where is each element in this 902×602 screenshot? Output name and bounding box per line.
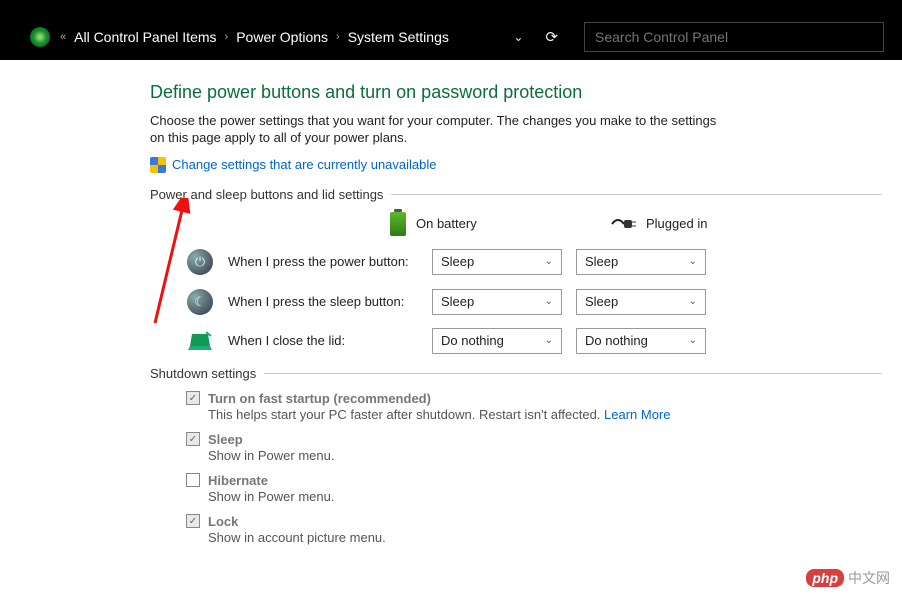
lid-plugged-select[interactable]: Do nothing⌄ <box>576 328 706 354</box>
lock-item: Lock Show in account picture menu. <box>186 514 882 545</box>
window-titlebar <box>0 0 902 14</box>
control-panel-icon <box>30 27 50 47</box>
chevron-down-icon: ⌄ <box>689 296 697 307</box>
sleep-desc: Show in Power menu. <box>208 448 882 463</box>
breadcrumb-dropdown-button[interactable]: ⌄ <box>507 26 529 48</box>
hibernate-label: Hibernate <box>208 473 268 488</box>
hibernate-item: Hibernate Show in Power menu. <box>186 473 882 504</box>
breadcrumb-prefix: « <box>60 31 66 43</box>
uac-shield-icon <box>150 157 166 173</box>
fast-startup-item: Turn on fast startup (recommended) This … <box>186 391 882 422</box>
divider <box>264 373 882 374</box>
sleep-label: Sleep <box>208 432 243 447</box>
chevron-down-icon: ⌄ <box>689 256 697 267</box>
change-settings-link[interactable]: Change settings that are currently unava… <box>172 157 437 172</box>
power-button-row: ⏻ When I press the power button: Sleep⌄ … <box>150 248 882 276</box>
power-button-plugged-select[interactable]: Sleep⌄ <box>576 249 706 275</box>
chevron-down-icon: ⌄ <box>545 335 553 346</box>
hibernate-desc: Show in Power menu. <box>208 489 882 504</box>
sleep-button-battery-select[interactable]: Sleep⌄ <box>432 289 562 315</box>
sleep-button-plugged-select[interactable]: Sleep⌄ <box>576 289 706 315</box>
address-bar: « All Control Panel Items › Power Option… <box>0 14 902 60</box>
sleep-checkbox[interactable] <box>186 432 200 446</box>
power-button-icon: ⏻ <box>186 248 214 276</box>
chevron-down-icon: ⌄ <box>689 335 697 346</box>
sleep-button-icon: ☾ <box>186 288 214 316</box>
change-settings-row: Change settings that are currently unava… <box>150 157 882 173</box>
breadcrumb-all-items[interactable]: All Control Panel Items <box>74 29 216 45</box>
chevron-down-icon: ⌄ <box>545 256 553 267</box>
breadcrumb-system-settings[interactable]: System Settings <box>348 29 449 45</box>
sleep-item: Sleep Show in Power menu. <box>186 432 882 463</box>
lid-battery-select[interactable]: Do nothing⌄ <box>432 328 562 354</box>
sleep-button-row: ☾ When I press the sleep button: Sleep⌄ … <box>150 288 882 316</box>
learn-more-link[interactable]: Learn More <box>604 407 670 422</box>
page-description: Choose the power settings that you want … <box>150 113 720 147</box>
chevron-down-icon: ⌄ <box>545 296 553 307</box>
lid-icon <box>186 331 214 351</box>
section-shutdown-label: Shutdown settings <box>150 366 256 381</box>
on-battery-label: On battery <box>416 216 477 231</box>
battery-icon <box>390 212 406 236</box>
fast-startup-desc: This helps start your PC faster after sh… <box>208 407 882 422</box>
lid-label: When I close the lid: <box>228 333 418 348</box>
breadcrumb-power-options[interactable]: Power Options <box>236 29 328 45</box>
php-badge-icon: php <box>806 569 844 587</box>
breadcrumb: « All Control Panel Items › Power Option… <box>60 29 449 45</box>
watermark: php 中文网 <box>806 568 890 588</box>
fast-startup-checkbox[interactable] <box>186 391 200 405</box>
page-title: Define power buttons and turn on passwor… <box>150 82 882 103</box>
chevron-right-icon: › <box>336 31 340 43</box>
search-input[interactable] <box>584 22 884 52</box>
fast-startup-label: Turn on fast startup (recommended) <box>208 391 431 406</box>
main-content: Define power buttons and turn on passwor… <box>0 60 902 545</box>
power-button-label: When I press the power button: <box>228 254 418 269</box>
power-button-battery-select[interactable]: Sleep⌄ <box>432 249 562 275</box>
plugged-in-label: Plugged in <box>646 216 707 231</box>
lid-row: When I close the lid: Do nothing⌄ Do not… <box>150 328 882 354</box>
hibernate-checkbox[interactable] <box>186 473 200 487</box>
lock-checkbox[interactable] <box>186 514 200 528</box>
divider <box>391 194 882 195</box>
refresh-button[interactable]: ⟳ <box>539 24 564 50</box>
plugged-in-header: Plugged in <box>610 216 750 231</box>
on-battery-header: On battery <box>390 212 530 236</box>
section-buttons-label: Power and sleep buttons and lid settings <box>150 187 383 202</box>
chevron-right-icon: › <box>225 31 229 43</box>
shutdown-settings-list: Turn on fast startup (recommended) This … <box>150 391 882 545</box>
section-shutdown-title: Shutdown settings <box>150 366 882 381</box>
column-headers: On battery Plugged in <box>150 212 882 236</box>
sleep-button-label: When I press the sleep button: <box>228 294 418 309</box>
watermark-text: 中文网 <box>848 568 890 588</box>
lock-label: Lock <box>208 514 238 529</box>
lock-desc: Show in account picture menu. <box>208 530 882 545</box>
section-buttons-title: Power and sleep buttons and lid settings <box>150 187 882 202</box>
plug-icon <box>610 218 636 230</box>
